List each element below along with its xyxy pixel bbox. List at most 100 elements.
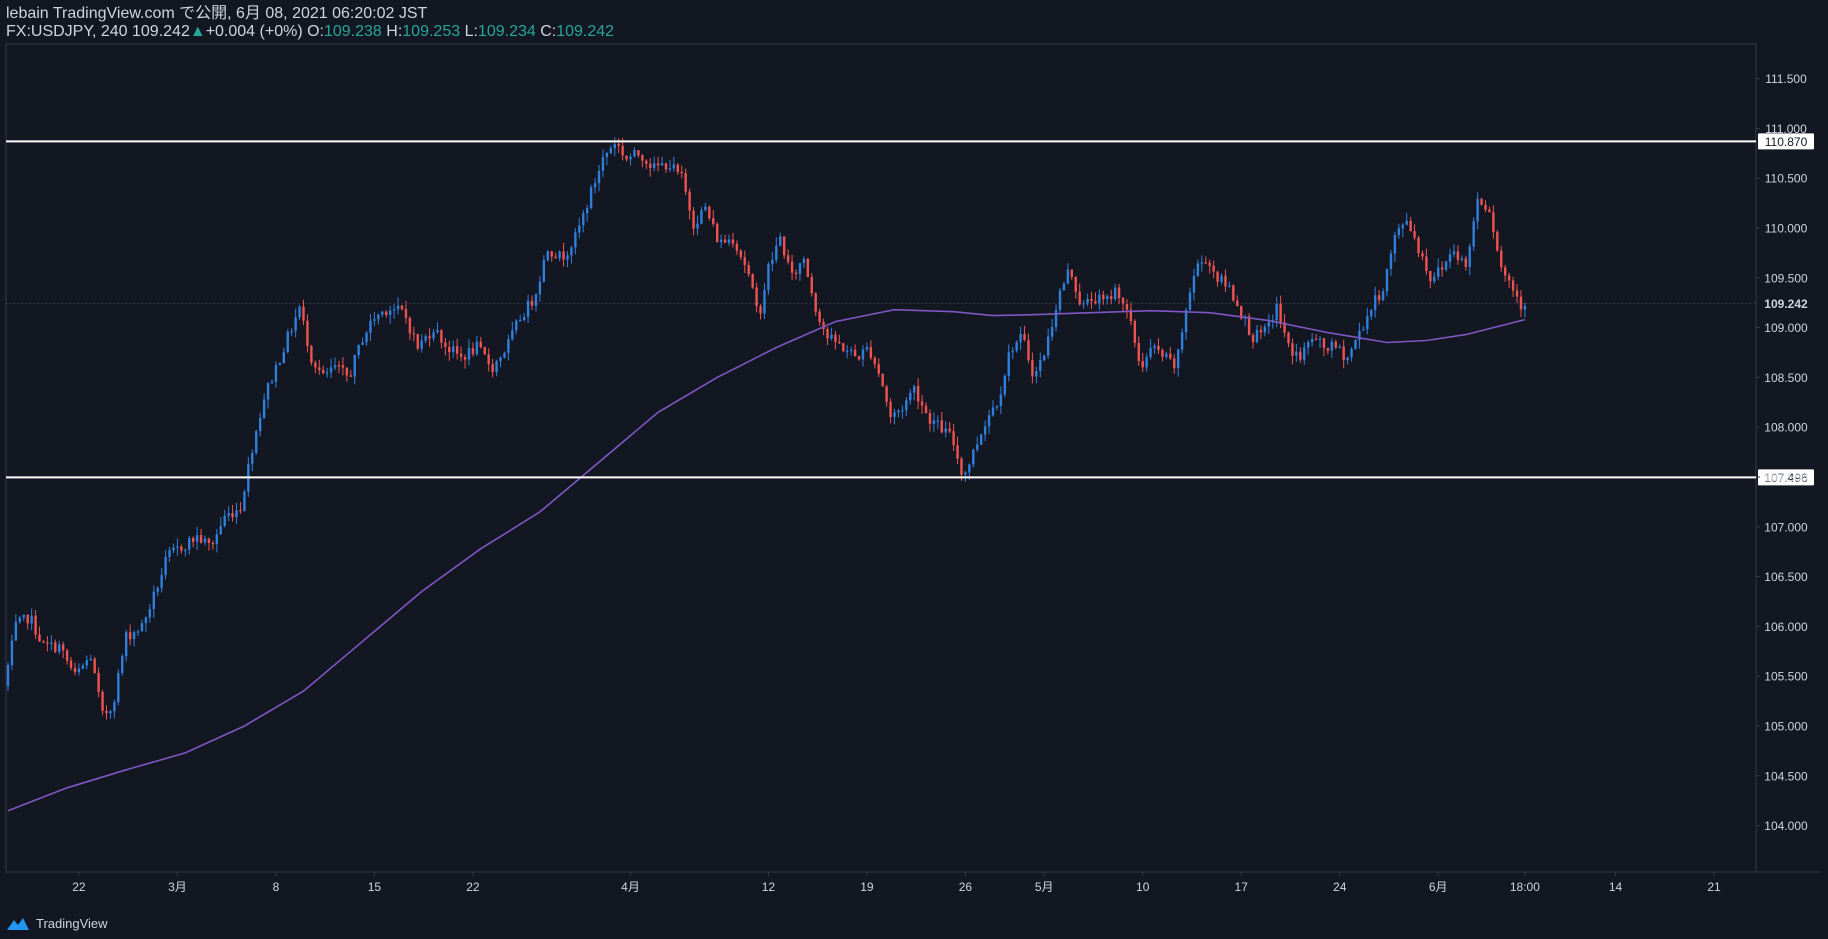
- x-tick-label: 5月: [1035, 880, 1054, 894]
- candle-body: [605, 152, 609, 158]
- candle: [207, 537, 211, 551]
- candle: [1283, 313, 1286, 338]
- candle-body: [810, 276, 813, 294]
- candle-body: [538, 281, 542, 295]
- candle-body: [1003, 375, 1007, 395]
- candle: [495, 359, 498, 377]
- candle: [357, 344, 360, 359]
- candle-body: [751, 274, 754, 288]
- candle: [570, 245, 573, 264]
- candle-body: [444, 342, 447, 347]
- candle: [345, 367, 349, 382]
- horizontal-lines[interactable]: 110.870107.496109.242: [6, 133, 1814, 486]
- candle: [582, 209, 585, 233]
- candle-body: [550, 251, 553, 257]
- candle: [1074, 276, 1077, 299]
- candle: [763, 283, 766, 320]
- candle-body: [452, 346, 455, 352]
- candle: [1409, 216, 1412, 232]
- x-tick-label: 18:00: [1510, 880, 1540, 894]
- candle: [373, 311, 376, 326]
- candle: [1039, 352, 1042, 378]
- candle: [105, 705, 108, 720]
- candle-body: [251, 452, 254, 464]
- candle-body: [1145, 357, 1148, 368]
- candle-body: [676, 164, 679, 173]
- candle: [195, 526, 199, 550]
- candle-body: [1224, 275, 1227, 287]
- candle: [381, 310, 384, 318]
- footer-brand[interactable]: TradingView: [6, 916, 108, 931]
- candle-body: [223, 515, 226, 526]
- candle: [515, 318, 518, 335]
- y-tick-label: 108.500: [1764, 371, 1808, 385]
- candle-body: [1180, 332, 1184, 350]
- candle: [1500, 246, 1503, 272]
- candle-body: [1492, 212, 1495, 232]
- candle-body: [782, 236, 786, 256]
- candle-body: [1216, 271, 1219, 282]
- candle: [987, 409, 991, 435]
- candle-body: [381, 311, 384, 315]
- price-axis[interactable]: 111.500 111.000 110.500 110.000 109.500 109.0…: [1756, 72, 1808, 833]
- candle-body: [522, 316, 526, 321]
- candle: [1437, 258, 1440, 281]
- candle: [979, 433, 983, 446]
- candle: [593, 178, 597, 194]
- candle: [1425, 248, 1428, 275]
- candle-body: [849, 349, 853, 352]
- candle: [1204, 256, 1207, 264]
- candle-body: [1279, 303, 1282, 323]
- footer-brand-label: TradingView: [36, 916, 108, 931]
- candle: [73, 662, 77, 676]
- candle: [377, 313, 380, 325]
- candle: [1338, 344, 1341, 349]
- ma-line: [7, 308, 1526, 812]
- candle-body: [1472, 221, 1475, 247]
- candle-body: [617, 143, 620, 146]
- y-tick-label: 105.000: [1764, 720, 1808, 734]
- candle-body: [1204, 262, 1207, 264]
- candle-body: [515, 320, 518, 331]
- candle-body: [1303, 347, 1306, 360]
- candle-body: [345, 367, 349, 376]
- x-tick-label: 22: [466, 880, 480, 894]
- candle: [1484, 200, 1487, 213]
- candle: [676, 162, 679, 175]
- candle-body: [1484, 204, 1487, 210]
- candle-body: [960, 458, 963, 475]
- candle-body: [306, 320, 309, 346]
- candle: [1519, 289, 1523, 318]
- candle-body: [54, 642, 57, 652]
- candle: [716, 221, 719, 243]
- candle: [436, 322, 439, 334]
- time-axis[interactable]: 22 3月 8 15 22 4月 12 19 26 5月 10 17 24 6月 18:00 14 21: [72, 872, 1721, 894]
- candle-body: [26, 614, 29, 624]
- candle: [1236, 295, 1239, 307]
- candle-body: [948, 428, 951, 432]
- candle-body: [1259, 330, 1263, 333]
- candle-body: [290, 331, 293, 333]
- candle-body: [680, 172, 683, 174]
- candle: [936, 415, 940, 430]
- candle: [1003, 373, 1007, 398]
- candle: [479, 336, 482, 349]
- candle: [1401, 222, 1404, 238]
- candle: [810, 273, 813, 297]
- candle: [550, 250, 553, 262]
- candle: [893, 408, 896, 425]
- candle-body: [1066, 269, 1070, 284]
- price-chart[interactable]: 110.870107.496109.242 111.500111.000110.…: [0, 0, 1828, 939]
- candle: [77, 663, 81, 676]
- candle: [188, 535, 191, 555]
- candle: [794, 269, 798, 280]
- candle-body: [156, 588, 159, 592]
- candle-body: [1192, 275, 1196, 293]
- x-tick-label: 8: [273, 880, 280, 894]
- candle-body: [585, 208, 589, 214]
- candle: [1373, 286, 1377, 318]
- candle: [1196, 259, 1200, 278]
- candle: [298, 305, 301, 321]
- candle: [1228, 281, 1231, 288]
- candle-body: [1220, 275, 1223, 282]
